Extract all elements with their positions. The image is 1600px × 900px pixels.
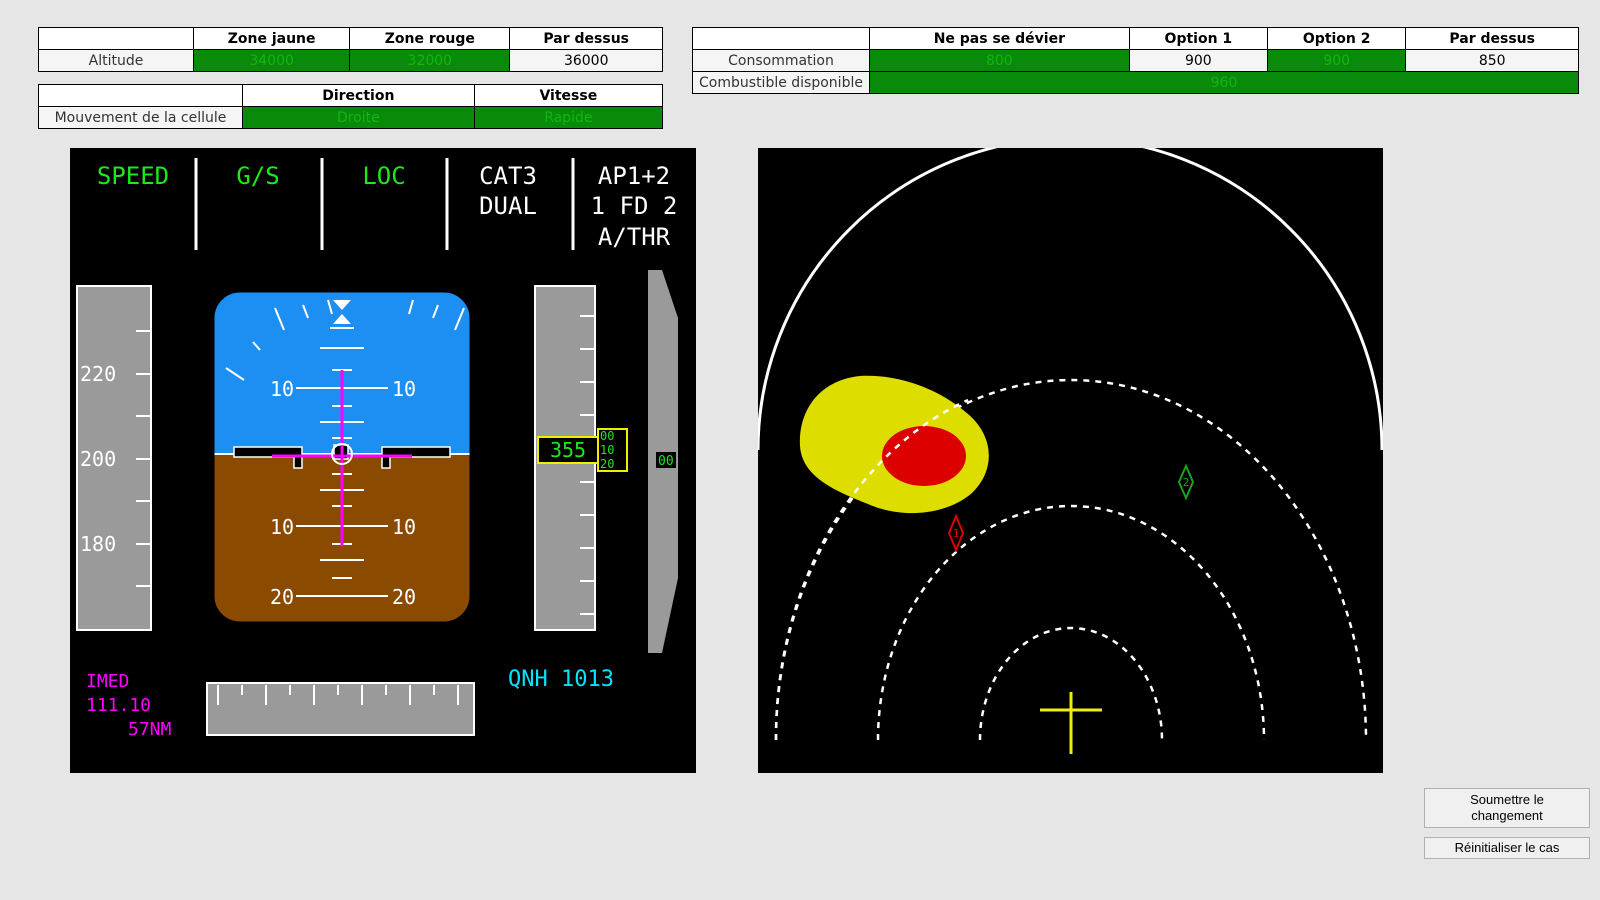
pitch-label-down-10-left: 10 bbox=[270, 515, 294, 539]
available-fuel-cell[interactable]: 960 bbox=[869, 71, 1579, 94]
altitude-yellow-zone-cell[interactable]: 34000 bbox=[192, 49, 351, 72]
header-yellow-zone: Zone jaune bbox=[192, 27, 351, 50]
altitude-table: Zone jaune Zone rouge Par dessus Altitud… bbox=[38, 27, 663, 72]
primary-flight-display: SPEED G/S LOC CAT3 DUAL AP1+2 1 FD 2 A/T… bbox=[70, 148, 696, 773]
pitch-label-up-10-left: 10 bbox=[270, 377, 294, 401]
vertical-speed-indicator: 00 bbox=[648, 270, 678, 653]
header-over: Par dessus bbox=[1405, 27, 1579, 50]
altitude-readout: 355 bbox=[550, 438, 586, 462]
waypoint-2-label: 2 bbox=[1183, 476, 1190, 489]
own-aircraft-symbol bbox=[1040, 692, 1102, 754]
pitch-label-down-20-right: 20 bbox=[392, 585, 416, 609]
ils-ident: IMED bbox=[86, 671, 129, 692]
consumption-option-2-cell[interactable]: 900 bbox=[1267, 49, 1407, 72]
speed-tape: 220 200 180 bbox=[76, 285, 152, 631]
altitude-tape: 355 00 10 20 bbox=[534, 285, 628, 631]
fma-approach-dual: DUAL bbox=[479, 192, 537, 220]
navigation-display: 1 2 bbox=[756, 136, 1384, 773]
altitude-drum-middle: 10 bbox=[600, 443, 614, 457]
consumption-no-deviation-cell[interactable]: 800 bbox=[869, 49, 1130, 72]
speed-cell[interactable]: Rapide bbox=[473, 106, 664, 129]
ils-distance: 57NM bbox=[128, 719, 172, 740]
header-red-zone: Zone rouge bbox=[349, 27, 511, 50]
header-above: Par dessus bbox=[509, 27, 663, 50]
submit-change-button[interactable]: Soumettre le changement bbox=[1424, 788, 1590, 828]
header-speed: Vitesse bbox=[473, 84, 664, 107]
nd-canvas: 1 2 bbox=[756, 136, 1384, 754]
waypoint-1-label: 1 bbox=[953, 527, 960, 540]
fma-flight-director: 1 FD 2 bbox=[591, 192, 678, 220]
speed-label-220: 220 bbox=[80, 362, 116, 386]
fma-localizer-mode: LOC bbox=[362, 162, 405, 190]
reset-case-label: Réinitialiser le cas bbox=[1454, 840, 1560, 855]
altitude-drum-lower: 20 bbox=[600, 457, 614, 471]
movement-table-corner bbox=[38, 84, 243, 107]
row-label-cell-movement: Mouvement de la cellule bbox=[38, 106, 243, 129]
row-label-consumption: Consommation bbox=[692, 49, 870, 72]
consumption-option-1-cell[interactable]: 900 bbox=[1128, 49, 1269, 72]
fuel-table-corner bbox=[692, 27, 870, 50]
header-option-1: Option 1 bbox=[1128, 27, 1269, 50]
reset-case-button[interactable]: Réinitialiser le cas bbox=[1424, 837, 1590, 859]
header-option-2: Option 2 bbox=[1267, 27, 1407, 50]
altitude-drum-upper: 00 bbox=[600, 429, 614, 443]
direction-cell[interactable]: Droite bbox=[242, 106, 475, 129]
fma-autothrust: A/THR bbox=[598, 223, 671, 251]
pitch-label-down-20-left: 20 bbox=[270, 585, 294, 609]
consumption-over-cell[interactable]: 850 bbox=[1405, 49, 1579, 72]
ils-frequency: 111.10 bbox=[86, 695, 151, 716]
altitude-table-corner bbox=[38, 27, 194, 50]
speed-label-200: 200 bbox=[80, 447, 116, 471]
qnh-setting: QNH 1013 bbox=[508, 667, 614, 692]
row-label-altitude: Altitude bbox=[38, 49, 194, 72]
pitch-label-up-10-right: 10 bbox=[392, 377, 416, 401]
fma-glideslope-mode: G/S bbox=[236, 162, 279, 190]
altitude-red-zone-cell[interactable]: 32000 bbox=[349, 49, 511, 72]
cell-movement-table: Direction Vitesse Mouvement de la cellul… bbox=[38, 84, 664, 129]
fma-speed-mode: SPEED bbox=[97, 162, 169, 190]
waypoint-2-marker[interactable]: 2 bbox=[1177, 463, 1195, 501]
heading-scale bbox=[206, 682, 475, 736]
header-no-deviation: Ne pas se dévier bbox=[869, 27, 1130, 50]
pitch-label-down-10-right: 10 bbox=[392, 515, 416, 539]
row-label-available-fuel: Combustible disponible bbox=[692, 71, 870, 94]
submit-change-label: Soumettre le changement bbox=[1470, 792, 1544, 823]
waypoint-1-marker[interactable]: 1 bbox=[947, 513, 965, 553]
fma-autopilot: AP1+2 bbox=[598, 162, 670, 190]
weather-cell bbox=[799, 375, 989, 514]
weather-zone-red bbox=[882, 426, 966, 486]
header-direction: Direction bbox=[242, 84, 475, 107]
vertical-speed-readout: 00 bbox=[658, 454, 674, 469]
speed-label-180: 180 bbox=[80, 532, 116, 556]
altitude-above-cell[interactable]: 36000 bbox=[509, 49, 663, 72]
fma-approach-capability: CAT3 bbox=[479, 162, 537, 190]
attitude-indicator: 10 10 10 10 20 20 bbox=[214, 292, 470, 622]
fuel-table: Ne pas se dévier Option 1 Option 2 Par d… bbox=[692, 27, 1579, 94]
pfd-canvas: SPEED G/S LOC CAT3 DUAL AP1+2 1 FD 2 A/T… bbox=[76, 158, 678, 740]
